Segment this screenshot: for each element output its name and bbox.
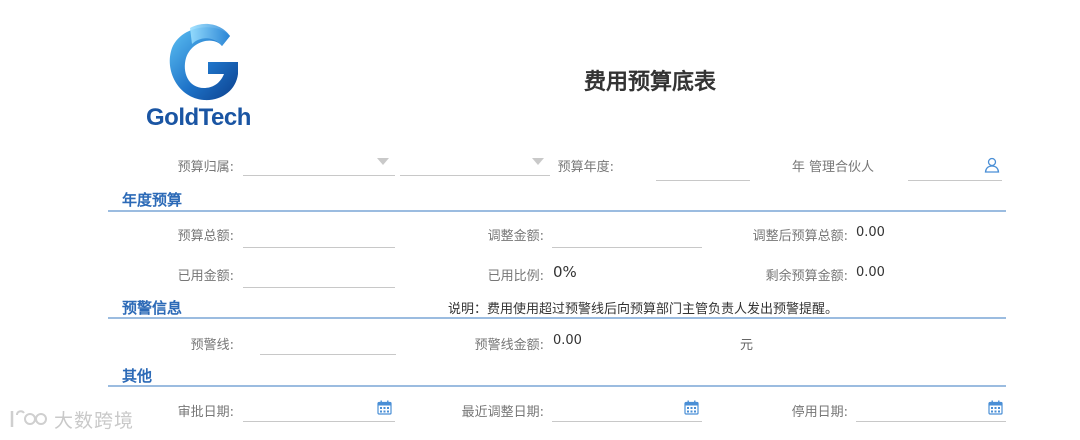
currency-unit: 元 <box>740 338 754 353</box>
page-title: 费用预算底表 <box>583 70 716 95</box>
budget-year-input[interactable] <box>656 155 750 181</box>
partner-label: 年 管理合伙人 <box>791 160 874 175</box>
approval-date-label: 审批日期: <box>177 405 234 420</box>
calendar-icon[interactable] <box>684 400 699 415</box>
used-ratio-value: 0% <box>553 263 577 281</box>
adjusted-total-value: 0.00 <box>856 225 885 240</box>
approval-date-input[interactable] <box>243 396 395 422</box>
watermark-text: 大数跨境 <box>54 409 135 432</box>
used-amount-input[interactable] <box>243 262 395 288</box>
warning-line-label: 预警线: <box>190 338 234 353</box>
calendar-icon[interactable] <box>377 400 392 415</box>
recent-adjust-date-label: 最近调整日期: <box>461 405 544 420</box>
section-title-annual-budget: 年度预算 <box>122 191 183 209</box>
calendar-icon[interactable] <box>988 400 1003 415</box>
adjusted-total-label: 调整后预算总额: <box>752 229 848 244</box>
budget-year-label: 预算年度: <box>557 160 614 175</box>
adjust-amount-input[interactable] <box>552 222 702 248</box>
remaining-budget-value: 0.00 <box>856 265 885 280</box>
budget-owner-select-1[interactable] <box>243 150 395 176</box>
budget-total-label: 预算总额: <box>177 229 234 244</box>
warning-amount-value: 0.00 <box>553 333 582 348</box>
partner-input[interactable] <box>908 155 1002 181</box>
recent-adjust-date-input[interactable] <box>552 396 702 422</box>
section-divider <box>108 385 1006 387</box>
disable-date-input[interactable] <box>856 396 1006 422</box>
section-title-warning-info: 预警信息 <box>122 299 183 317</box>
goldtech-logo: GoldTech <box>146 22 258 132</box>
logo-text: GoldTech <box>146 104 251 131</box>
section-title-other: 其他 <box>122 367 153 385</box>
budget-owner-label: 预算归属: <box>177 160 234 175</box>
warning-amount-label: 预警线金额: <box>474 338 544 353</box>
disable-date-label: 停用日期: <box>791 405 848 420</box>
used-amount-label: 已用金额: <box>177 269 234 284</box>
budget-total-input[interactable] <box>243 222 395 248</box>
adjust-amount-label: 调整金额: <box>487 229 544 244</box>
warning-note: 说明：费用使用超过预警线后向预算部门主管负责人发出预警提醒。 <box>448 302 839 317</box>
section-divider <box>108 317 1006 319</box>
dropdown-caret-icon <box>377 158 389 165</box>
goldtech-logo-mark <box>169 23 238 101</box>
warning-line-input[interactable] <box>260 329 396 355</box>
watermark: 大数跨境 <box>8 405 134 433</box>
used-ratio-label: 已用比例: <box>487 269 544 284</box>
user-icon[interactable] <box>984 157 1000 173</box>
remaining-budget-label: 剩余预算金额: <box>765 269 848 284</box>
watermark-logo-icon <box>10 410 47 427</box>
budget-owner-select-2[interactable] <box>400 150 550 176</box>
section-divider <box>108 210 1006 212</box>
